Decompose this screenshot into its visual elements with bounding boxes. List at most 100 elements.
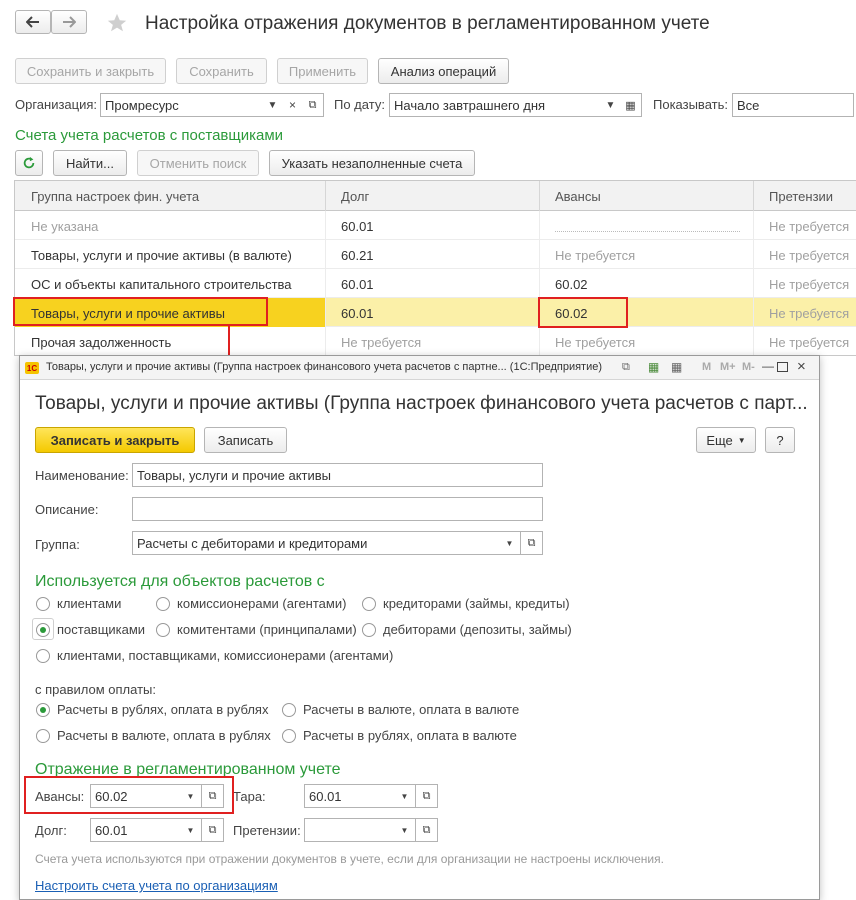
radio-rub-cur[interactable] [282, 729, 296, 743]
row-group: Товары, услуги и прочие активы (в валюте… [31, 248, 292, 263]
radio-clients[interactable] [36, 597, 50, 611]
group-dropdown-button[interactable]: ▼ [499, 531, 521, 555]
claims-field[interactable] [304, 818, 396, 842]
radio-suppliers-label[interactable]: поставщиками [57, 622, 145, 637]
radio-rub-rub[interactable] [36, 703, 50, 717]
claims-open-button[interactable]: ⧉ [416, 818, 438, 842]
column-header-group[interactable]: Группа настроек фин. учета [31, 189, 199, 204]
forward-button[interactable] [51, 10, 87, 34]
apply-button[interactable]: Применить [277, 58, 368, 84]
radio-committents-label[interactable]: комитентами (принципалами) [177, 622, 357, 637]
open-form-icon: ⧉ [308, 98, 317, 111]
radio-creditors-label[interactable]: кредиторами (займы, кредиты) [383, 596, 570, 611]
table-row[interactable] [15, 211, 856, 240]
close-icon: × [288, 98, 296, 112]
date-dropdown-button[interactable]: ▼ [600, 93, 622, 117]
radio-clients-label[interactable]: клиентами [57, 596, 121, 611]
analyze-button[interactable]: Анализ операций [378, 58, 509, 84]
chevron-down-icon: ▼ [505, 538, 514, 548]
radio-cur-cur-label[interactable]: Расчеты в валюте, оплата в валюте [303, 702, 519, 717]
spreadsheet-icon[interactable]: ▦ [648, 360, 659, 374]
payment-rule-label: с правилом оплаты: [35, 682, 156, 697]
link-icon[interactable]: ⧉ [622, 361, 630, 374]
memory-mplus-button[interactable]: M+ [720, 361, 736, 373]
org-field[interactable]: Промресурс [100, 93, 283, 117]
row-group: ОС и объекты капитального строительства [31, 277, 292, 292]
back-button[interactable] [15, 10, 51, 34]
row-advance: Не требуется [555, 335, 636, 350]
radio-all[interactable] [36, 649, 50, 663]
chevron-down-icon: ▼ [737, 435, 746, 445]
memory-mminus-button[interactable]: M- [742, 361, 755, 373]
highlight-box-group [13, 297, 268, 326]
radio-creditors[interactable] [362, 597, 376, 611]
org-open-button[interactable]: ⧉ [302, 93, 324, 117]
org-dropdown-button[interactable]: ▼ [262, 93, 284, 117]
find-button[interactable]: Найти... [53, 150, 127, 176]
write-close-button[interactable]: Записать и закрыть [35, 427, 195, 453]
radio-commissioners[interactable] [156, 597, 170, 611]
group-open-button[interactable]: ⧉ [521, 531, 543, 555]
chevron-down-icon: ▼ [605, 99, 616, 111]
radio-debtors-label[interactable]: дебиторами (депозиты, займы) [383, 622, 572, 637]
group-label: Группа: [35, 537, 80, 552]
debt-dropdown-button[interactable]: ▼ [180, 818, 202, 842]
memory-m-button[interactable]: M [702, 361, 711, 373]
date-field[interactable]: Начало завтрашнего дня [389, 93, 621, 117]
dialog-titlebar-text: Товары, услуги и прочие активы (Группа н… [46, 361, 603, 373]
radio-committents[interactable] [156, 623, 170, 637]
row-claims: Не требуется [769, 306, 850, 321]
calendar-button[interactable]: ▦ [620, 93, 642, 117]
show-field[interactable]: Все [732, 93, 854, 117]
claims-dropdown-button[interactable]: ▼ [394, 818, 416, 842]
refresh-button[interactable] [15, 150, 43, 176]
note-text: Счета учета используются при отражении д… [35, 852, 664, 866]
arrow-left-icon [26, 16, 39, 28]
radio-all-label[interactable]: клиентами, поставщиками, комиссионерами … [57, 648, 393, 663]
name-field[interactable]: Товары, услуги и прочие активы [132, 463, 543, 487]
radio-rub-cur-label[interactable]: Расчеты в рублях, оплата в валюте [303, 728, 517, 743]
debt-label: Долг: [35, 823, 67, 838]
radio-debtors[interactable] [362, 623, 376, 637]
help-button[interactable]: ? [765, 427, 795, 453]
radio-rub-rub-label[interactable]: Расчеты в рублях, оплата в рублях [57, 702, 268, 717]
highlight-box-advance-field [24, 776, 234, 814]
more-button[interactable]: Еще ▼ [696, 427, 756, 453]
tara-open-button[interactable]: ⧉ [416, 784, 438, 808]
radio-cur-rub-label[interactable]: Расчеты в валюте, оплата в рублях [57, 728, 271, 743]
radio-commissioners-label[interactable]: комиссионерами (агентами) [177, 596, 346, 611]
cancel-search-button[interactable]: Отменить поиск [137, 150, 259, 176]
org-clear-button[interactable]: × [282, 93, 304, 117]
radio-cur-rub[interactable] [36, 729, 50, 743]
show-empty-accounts-button[interactable]: Указать незаполненные счета [269, 150, 475, 176]
column-header-advance[interactable]: Авансы [555, 189, 601, 204]
row-advance: Не требуется [555, 248, 636, 263]
maximize-icon[interactable] [777, 362, 788, 372]
minimize-icon[interactable]: — [762, 359, 774, 373]
claims-label: Претензии: [233, 823, 301, 838]
column-header-claims[interactable]: Претензии [769, 189, 833, 204]
radio-cur-cur[interactable] [282, 703, 296, 717]
highlight-box-advance [538, 297, 628, 328]
column-header-debt[interactable]: Долг [341, 189, 369, 204]
save-close-button[interactable]: Сохранить и закрыть [15, 58, 166, 84]
row-claims: Не требуется [769, 335, 850, 350]
radio-suppliers[interactable] [36, 623, 50, 637]
group-field[interactable]: Расчеты с дебиторами и кредиторами [132, 531, 521, 555]
configure-accounts-link[interactable]: Настроить счета учета по организациям [35, 878, 278, 893]
description-label: Описание: [35, 502, 99, 517]
debt-open-button[interactable]: ⧉ [202, 818, 224, 842]
open-form-icon: ⧉ [422, 789, 431, 802]
row-claims: Не требуется [769, 219, 850, 234]
arrow-right-icon [63, 16, 76, 28]
debt-field[interactable]: 60.01 [90, 818, 182, 842]
description-field[interactable] [132, 497, 543, 521]
write-button[interactable]: Записать [204, 427, 287, 453]
star-icon[interactable] [105, 11, 129, 35]
save-button[interactable]: Сохранить [176, 58, 267, 84]
close-icon[interactable]: × [797, 358, 806, 375]
calendar-icon[interactable]: ▦ [671, 360, 682, 374]
tara-dropdown-button[interactable]: ▼ [394, 784, 416, 808]
row-debt: 60.01 [341, 306, 374, 321]
tara-field[interactable]: 60.01 [304, 784, 396, 808]
